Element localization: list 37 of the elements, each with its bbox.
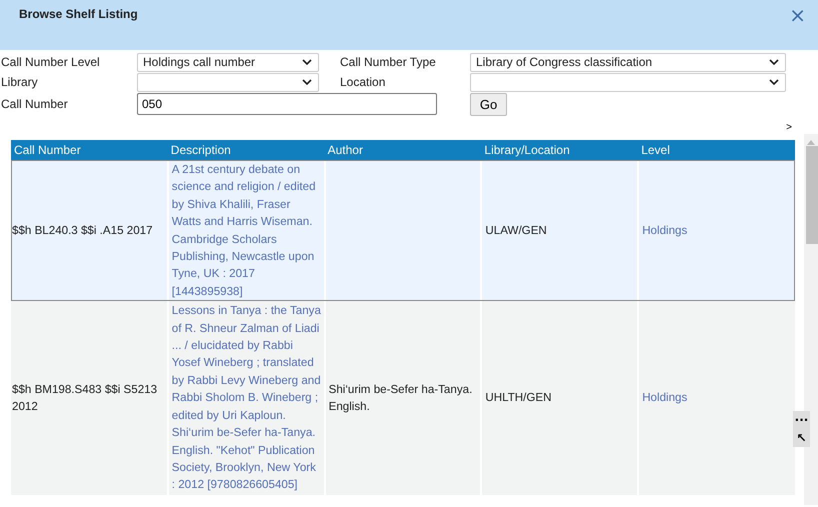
description-link[interactable]: A 21st century debate on science and religion / edited by Shiva Khalili, Fraser Watts and Harris Wiseman. Cambridge Scholars Publishing, Newcastle upon Tyne, UK : 2017 [1443895938] [172,161,322,300]
column-header[interactable]: Call Number [11,140,168,160]
column-header[interactable]: Description [168,140,325,160]
table-row[interactable] [11,160,795,302]
close-button[interactable]: × [789,5,806,25]
table-cell: $$h BM198.S483 $$i S5213 2012 [12,382,158,413]
level-link[interactable]: Holdings [642,222,793,240]
description-link[interactable]: Lessons in Tanya : the Tanya of R. Shneur Zalman of Liadi ... / elucidated by Rabbi Yosef Wineberg ; translated by Rabbi Levy Wineberg and Rabbi Sholom B. Wineberg ; edited by Uri Kaploun. Shi‘urim be-Sefer ha-Tanya. English. "Kehot" Publication Society, Brooklyn, New York : 2012 [9780826605405] [172,302,322,494]
table-cell: ULAW/GEN [485,224,547,237]
dropdown[interactable]: Library of Congress classification [470,52,786,72]
field-label: Library [1,75,39,89]
column-header[interactable]: Author [324,140,482,160]
table-cell: Shi‘urim be-Sefer ha-Tanya. English. [328,382,472,413]
field-label: Call Number Level [1,55,101,69]
chevron-down-icon [302,79,312,85]
scrollbar-thumb[interactable] [806,146,818,244]
column-header[interactable]: Level [638,140,795,160]
field-label: Call Number Type [340,55,437,69]
chevron-down-icon [769,59,779,65]
dialog-title: Browse Shelf Listing [19,7,138,21]
level-link[interactable]: Holdings [642,389,793,407]
call-number-input[interactable]: 050 [137,93,437,115]
floating-button[interactable]: ··· [793,411,810,429]
table-cell: UHLTH/GEN [485,391,552,404]
dropdown[interactable] [137,72,319,92]
chevron-down-icon [769,79,779,85]
table-cell: $$h BL240.3 $$i .A15 2017 [12,224,153,237]
floating-button[interactable]: ↖ [793,429,810,447]
go-button[interactable]: Go [470,92,507,116]
column-header[interactable]: Library/Location [481,140,638,160]
next-link[interactable]: > [786,120,792,134]
field-label: Location [340,75,386,89]
field-label: Call Number [1,97,69,111]
dropdown[interactable] [470,72,786,92]
table-row[interactable] [11,301,795,495]
dropdown[interactable]: Holdings call number [137,52,319,72]
chevron-down-icon [302,59,312,65]
